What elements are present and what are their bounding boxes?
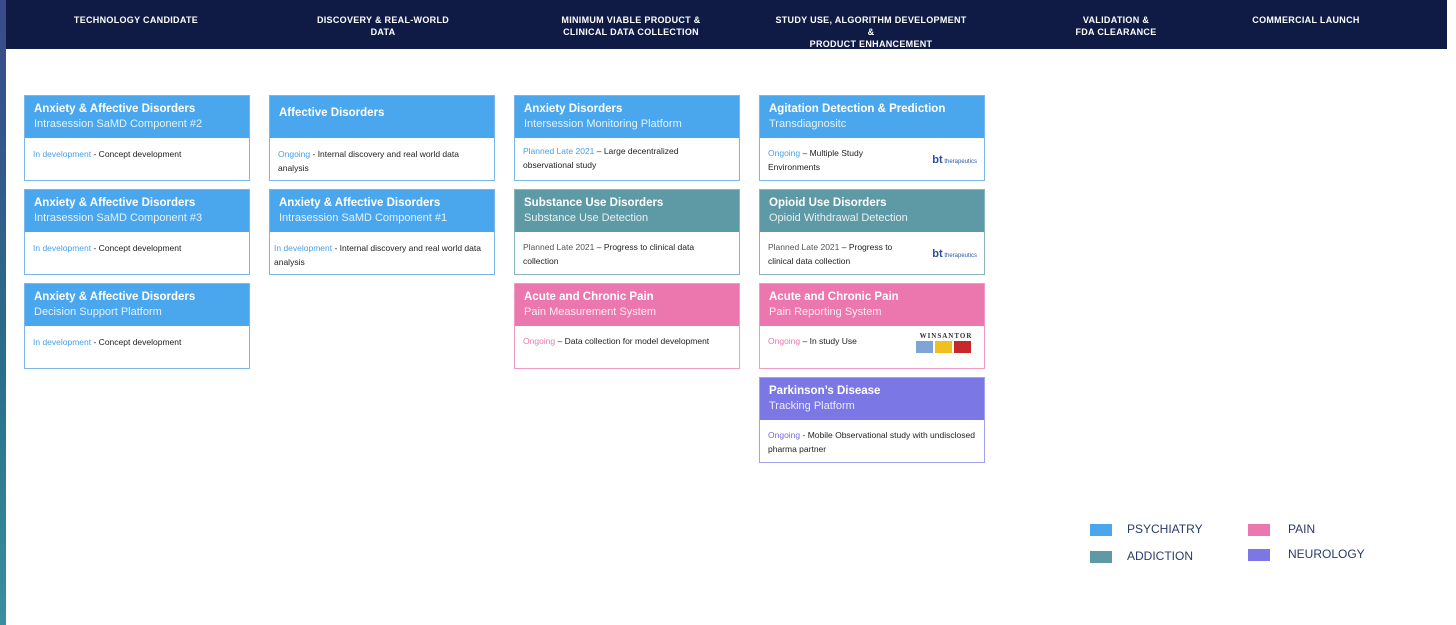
phase-discovery: DISCOVERY & REAL-WORLD DATA [316,15,450,37]
winsantor-logo: WINSANTOR [916,332,976,358]
card-title: Affective Disorders [279,107,385,119]
card-title: Acute and Chronic Pain [524,291,654,303]
card-status: Ongoing [768,430,801,440]
card-subtitle: Pain Measurement System [524,306,657,318]
card-parkinsons-tracking[interactable]: Parkinson’s Disease Tracking Platform Ong… [759,377,985,463]
phase-header-bar: TECHNOLOGY CANDIDATE DISCOVERY & REAL-WO… [6,0,1447,49]
card-subtitle: Transdiagnositc [769,118,847,130]
card-title: Agitation Detection & Prediction [769,103,946,115]
card-anxiety-intersession[interactable]: Anxiety Disorders Intersession Monitoring… [514,95,740,181]
card-status: Ongoing [278,149,311,159]
phase-validation: VALIDATION & FDA CLEARANCE [1075,15,1157,37]
card-subtitle: Intrasession SaMD Component #2 [34,118,203,130]
card-substance-use[interactable]: Substance Use Disorders Substance Use Det… [514,189,740,275]
card-status: Planned Late 2021 [768,242,840,252]
card-anxiety-component-2[interactable]: Anxiety & Affective Disorders Intrasessio… [24,95,250,181]
legend-swatch-addiction [1090,551,1112,563]
card-status: In development [274,243,333,253]
card-description: - Concept development [91,337,182,347]
card-subtitle: Tracking Platform [769,400,855,412]
card-status: In development [33,149,92,159]
card-affective-disorders[interactable]: Affective Disorders Ongoing - Internal d… [269,95,495,181]
legend-swatch-psychiatry [1090,524,1112,536]
card-title: Parkinson’s Disease [769,385,881,397]
card-title: Anxiety & Affective Disorders [34,103,196,115]
phase-mvp: MINIMUM VIABLE PRODUCT & CLINICAL DATA C… [561,15,701,37]
card-status: In development [33,243,92,253]
card-opioid-withdrawal[interactable]: Opioid Use Disorders Opioid Withdrawal De… [759,189,985,275]
card-anxiety-decision-support[interactable]: Anxiety & Affective Disorders Decision Su… [24,283,250,369]
card-anxiety-component-1[interactable]: Anxiety & Affective Disorders Intrasessio… [269,189,495,275]
card-status: Ongoing [768,336,801,346]
card-title: Acute and Chronic Pain [769,291,899,303]
card-title: Anxiety & Affective Disorders [279,197,441,209]
card-title: Anxiety & Affective Disorders [34,197,196,209]
card-status: In development [33,337,92,347]
legend-label-neurology: NEUROLOGY [1288,547,1365,561]
card-description: – In study Use [800,336,857,346]
card-subtitle: Opioid Withdrawal Detection [769,212,908,224]
card-status: Ongoing [523,336,556,346]
card-agitation-detection[interactable]: Agitation Detection & Prediction Transdia… [759,95,985,181]
card-subtitle: Pain Reporting System [769,306,882,318]
legend-swatch-pain [1248,524,1270,536]
card-title: Anxiety Disorders [524,103,623,115]
bt-therapeutics-logo: bt therapeutics [932,154,977,166]
card-subtitle: Intrasession SaMD Component #1 [279,212,448,224]
card-subtitle: Intrasession SaMD Component #3 [34,212,203,224]
phase-commercial-launch: COMMERCIAL LAUNCH [1252,15,1360,25]
card-subtitle: Intersession Monitoring Platform [524,118,682,130]
phase-technology-candidate: TECHNOLOGY CANDIDATE [73,15,199,25]
left-accent-bar [0,0,6,625]
legend-swatch-neurology [1248,549,1270,561]
card-description: - Concept development [91,243,182,253]
card-title: Substance Use Disorders [524,197,664,209]
card-description: - Concept development [91,149,182,159]
legend-label-addiction: ADDICTION [1127,549,1193,563]
bt-therapeutics-logo: bt therapeutics [932,248,977,260]
legend-label-pain: PAIN [1288,522,1316,536]
card-status: Ongoing [768,148,801,158]
legend-label-psychiatry: PSYCHIATRY [1127,522,1203,536]
card-status: Planned Late 2021 [523,242,595,252]
card-subtitle: Decision Support Platform [34,306,162,318]
card-pain-measurement[interactable]: Acute and Chronic Pain Pain Measurement S… [514,283,740,369]
card-title: Anxiety & Affective Disorders [34,291,196,303]
card-pain-reporting[interactable]: Acute and Chronic Pain Pain Reporting Sys… [759,283,985,369]
card-description: - Mobile Observational study with undisc… [768,430,975,454]
card-title: Opioid Use Disorders [769,197,887,209]
card-description: – Data collection for model development [555,336,710,346]
card-status: Planned Late 2021 [523,146,595,156]
phase-study-use: STUDY USE, ALGORITHM DEVELOPMENT & PRODU… [775,15,967,49]
card-anxiety-component-3[interactable]: Anxiety & Affective Disorders Intrasessio… [24,189,250,275]
card-subtitle: Substance Use Detection [524,212,649,224]
